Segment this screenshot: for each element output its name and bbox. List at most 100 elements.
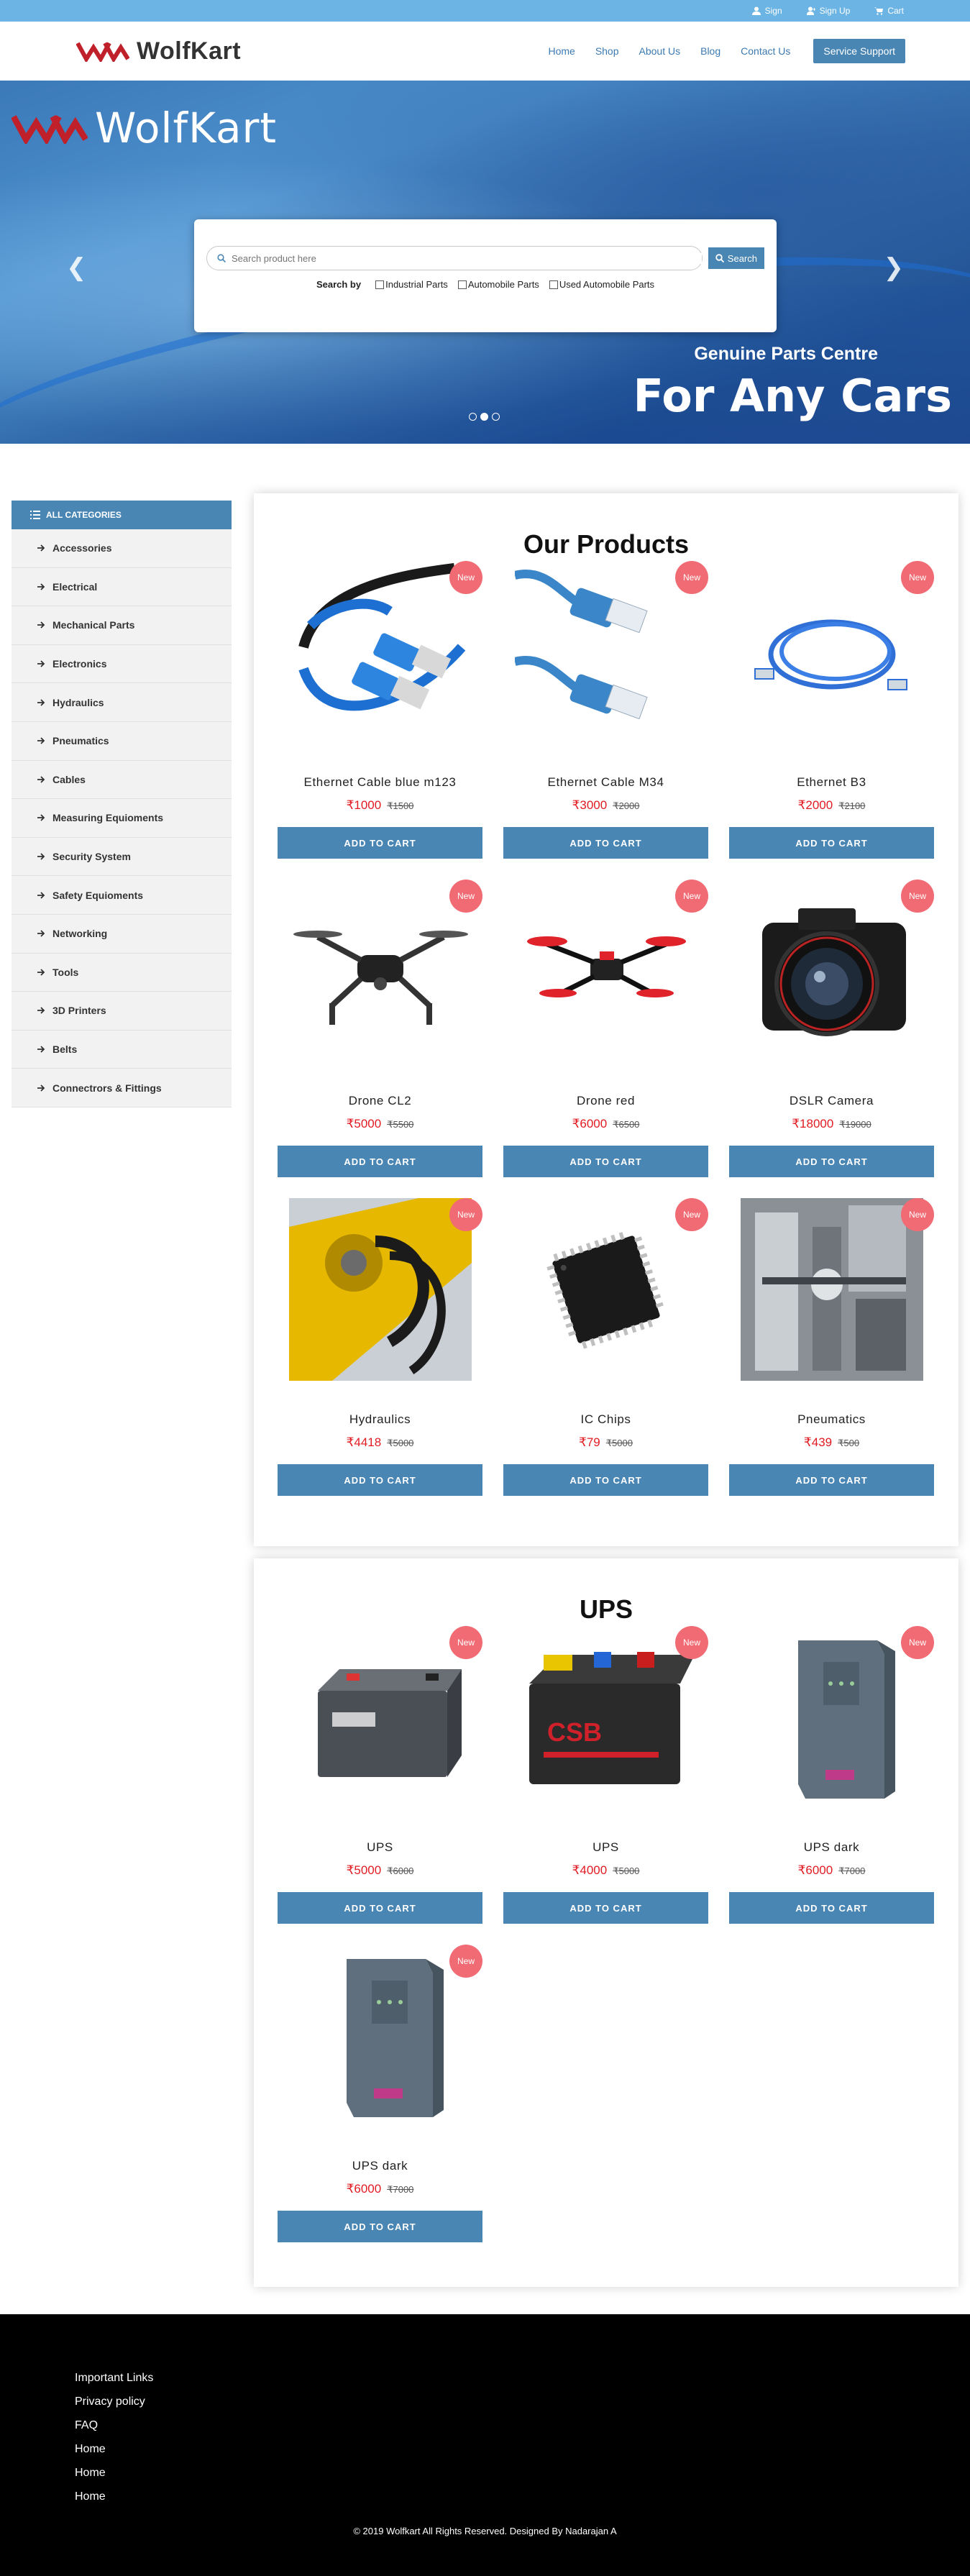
nav-home[interactable]: Home	[538, 45, 585, 57]
product-image[interactable]	[741, 880, 923, 1062]
add-to-cart-button[interactable]: ADD TO CART	[729, 1892, 934, 1924]
product-card[interactable]: CSB New UPS ₹4000 ₹5000 ADD TO CART	[503, 1626, 708, 1945]
sidebar-item[interactable]: Safety Equioments	[12, 876, 232, 915]
signup-link[interactable]: Sign Up	[806, 6, 850, 16]
sidebar-item[interactable]: 3D Printers	[12, 992, 232, 1031]
product-name[interactable]: Ethernet B3	[729, 775, 934, 790]
sidebar-item[interactable]: Connectrors & Fittings	[12, 1069, 232, 1107]
cart-link[interactable]: Cart	[874, 6, 904, 16]
product-card[interactable]: New Ethernet Cable blue m123 ₹1000 ₹1500 ADD…	[278, 561, 482, 880]
product-name[interactable]: Hydraulics	[278, 1412, 482, 1427]
sidebar-item[interactable]: Electronics	[12, 644, 232, 684]
carousel-next-icon[interactable]: ❯	[884, 253, 905, 282]
add-to-cart-button[interactable]: ADD TO CART	[729, 1464, 934, 1496]
product-name[interactable]: IC Chips	[503, 1412, 708, 1427]
product-name[interactable]: Ethernet Cable M34	[503, 775, 708, 790]
product-image[interactable]	[741, 1198, 923, 1381]
product-image[interactable]	[741, 1626, 923, 1809]
nav-shop[interactable]: Shop	[585, 45, 629, 57]
sidebar-item[interactable]: Electrical	[12, 567, 232, 607]
product-card[interactable]: New UPS dark ₹6000 ₹7000 ADD TO CART	[729, 1626, 934, 1945]
checkbox[interactable]	[375, 280, 385, 289]
product-image[interactable]	[515, 1198, 697, 1381]
sidebar-item[interactable]: Accessories	[12, 529, 232, 568]
filter-used-automobile-parts[interactable]: Used Automobile Parts	[549, 279, 654, 290]
product-card[interactable]: New Drone CL2 ₹5000 ₹5500 ADD TO CART	[278, 880, 482, 1198]
checkbox[interactable]	[549, 280, 558, 289]
product-card[interactable]: New IC Chips ₹79 ₹5000 ADD TO CART	[503, 1198, 708, 1517]
product-name[interactable]: Pneumatics	[729, 1412, 934, 1427]
add-to-cart-button[interactable]: ADD TO CART	[278, 1464, 482, 1496]
add-to-cart-button[interactable]: ADD TO CART	[278, 1146, 482, 1177]
search-icon	[715, 254, 724, 262]
product-name[interactable]: DSLR Camera	[729, 1094, 934, 1108]
nav-about-us[interactable]: About Us	[629, 45, 691, 57]
product-card[interactable]: New Ethernet B3 ₹2000 ₹2100 ADD TO CART	[729, 561, 934, 880]
product-image[interactable]	[289, 1626, 472, 1809]
search-button[interactable]: Search	[708, 247, 764, 269]
sidebar-item[interactable]: Cables	[12, 760, 232, 800]
footer-link-privacy[interactable]: Privacy policy	[75, 2395, 153, 2419]
carousel-dot[interactable]	[492, 413, 500, 421]
add-to-cart-button[interactable]: ADD TO CART	[503, 1146, 708, 1177]
sidebar-item[interactable]: Belts	[12, 1030, 232, 1069]
product-name[interactable]: Ethernet Cable blue m123	[278, 775, 482, 790]
product-name[interactable]: UPS dark	[729, 1840, 934, 1855]
service-support-button[interactable]: Service Support	[813, 39, 905, 63]
add-to-cart-button[interactable]: ADD TO CART	[278, 1892, 482, 1924]
product-image[interactable]	[515, 561, 697, 744]
product-card[interactable]: New UPS dark ₹6000 ₹7000 ADD TO CART	[278, 1945, 482, 2263]
product-image[interactable]	[289, 1945, 472, 2127]
add-to-cart-button[interactable]: ADD TO CART	[503, 1892, 708, 1924]
product-image[interactable]	[515, 880, 697, 1062]
sidebar-item[interactable]: Pneumatics	[12, 721, 232, 761]
product-image[interactable]	[289, 880, 472, 1062]
sidebar-item[interactable]: Mechanical Parts	[12, 606, 232, 645]
product-name[interactable]: Drone CL2	[278, 1094, 482, 1108]
product-card[interactable]: New DSLR Camera ₹18000 ₹19000 ADD TO CART	[729, 880, 934, 1198]
nav-contact-us[interactable]: Contact Us	[731, 45, 800, 57]
product-name[interactable]: UPS	[278, 1840, 482, 1855]
brand-logo[interactable]: WolfKart	[76, 37, 241, 65]
carousel-dot[interactable]	[469, 413, 477, 421]
add-to-cart-button[interactable]: ADD TO CART	[729, 827, 934, 859]
product-name[interactable]: UPS dark	[278, 2159, 482, 2173]
product-card[interactable]: New Drone red ₹6000 ₹6500 ADD TO CART	[503, 880, 708, 1198]
add-to-cart-button[interactable]: ADD TO CART	[278, 827, 482, 859]
product-image[interactable]	[289, 1198, 472, 1381]
carousel-prev-icon[interactable]: ❮	[66, 253, 87, 282]
product-card[interactable]: New UPS ₹5000 ₹6000 ADD TO CART	[278, 1626, 482, 1945]
sidebar-item[interactable]: Networking	[12, 914, 232, 954]
carousel-dot-active[interactable]	[480, 413, 488, 421]
sidebar-item[interactable]: Tools	[12, 953, 232, 992]
arrow-right-icon	[37, 969, 45, 976]
product-name[interactable]: Drone red	[503, 1094, 708, 1108]
add-to-cart-button[interactable]: ADD TO CART	[729, 1146, 934, 1177]
footer-link-important[interactable]: Important Links	[75, 2372, 153, 2395]
add-to-cart-button[interactable]: ADD TO CART	[278, 2211, 482, 2242]
footer-link-faq[interactable]: FAQ	[75, 2419, 153, 2443]
footer-link-home[interactable]: Home	[75, 2443, 153, 2467]
product-card[interactable]: New Hydraulics ₹4418 ₹5000 ADD TO CART	[278, 1198, 482, 1517]
sidebar-item[interactable]: Security System	[12, 837, 232, 877]
product-image[interactable]	[741, 561, 923, 744]
footer-link-home[interactable]: Home	[75, 2490, 153, 2514]
product-card[interactable]: New Ethernet Cable M34 ₹3000 ₹2000 ADD TO CA…	[503, 561, 708, 880]
filter-industrial-parts[interactable]: Industrial Parts	[375, 279, 448, 290]
sidebar-item[interactable]: Hydraulics	[12, 683, 232, 722]
nav-blog[interactable]: Blog	[690, 45, 731, 57]
filter-automobile-parts[interactable]: Automobile Parts	[457, 279, 539, 290]
sign-link[interactable]: Sign	[751, 6, 782, 16]
product-image[interactable]: CSB	[515, 1626, 697, 1809]
footer-link-home[interactable]: Home	[75, 2467, 153, 2490]
sidebar-item[interactable]: Measuring Equioments	[12, 799, 232, 838]
checkbox[interactable]	[457, 280, 467, 289]
product-image[interactable]	[289, 561, 472, 744]
product-card[interactable]: New Pneumatics ₹439 ₹500 ADD TO CART	[729, 1198, 934, 1517]
add-to-cart-button[interactable]: ADD TO CART	[503, 1464, 708, 1496]
hero-logo: WolfKart	[12, 104, 277, 152]
pneumatics-icon	[741, 1198, 923, 1381]
search-input[interactable]	[232, 252, 702, 264]
product-name[interactable]: UPS	[503, 1840, 708, 1855]
add-to-cart-button[interactable]: ADD TO CART	[503, 827, 708, 859]
